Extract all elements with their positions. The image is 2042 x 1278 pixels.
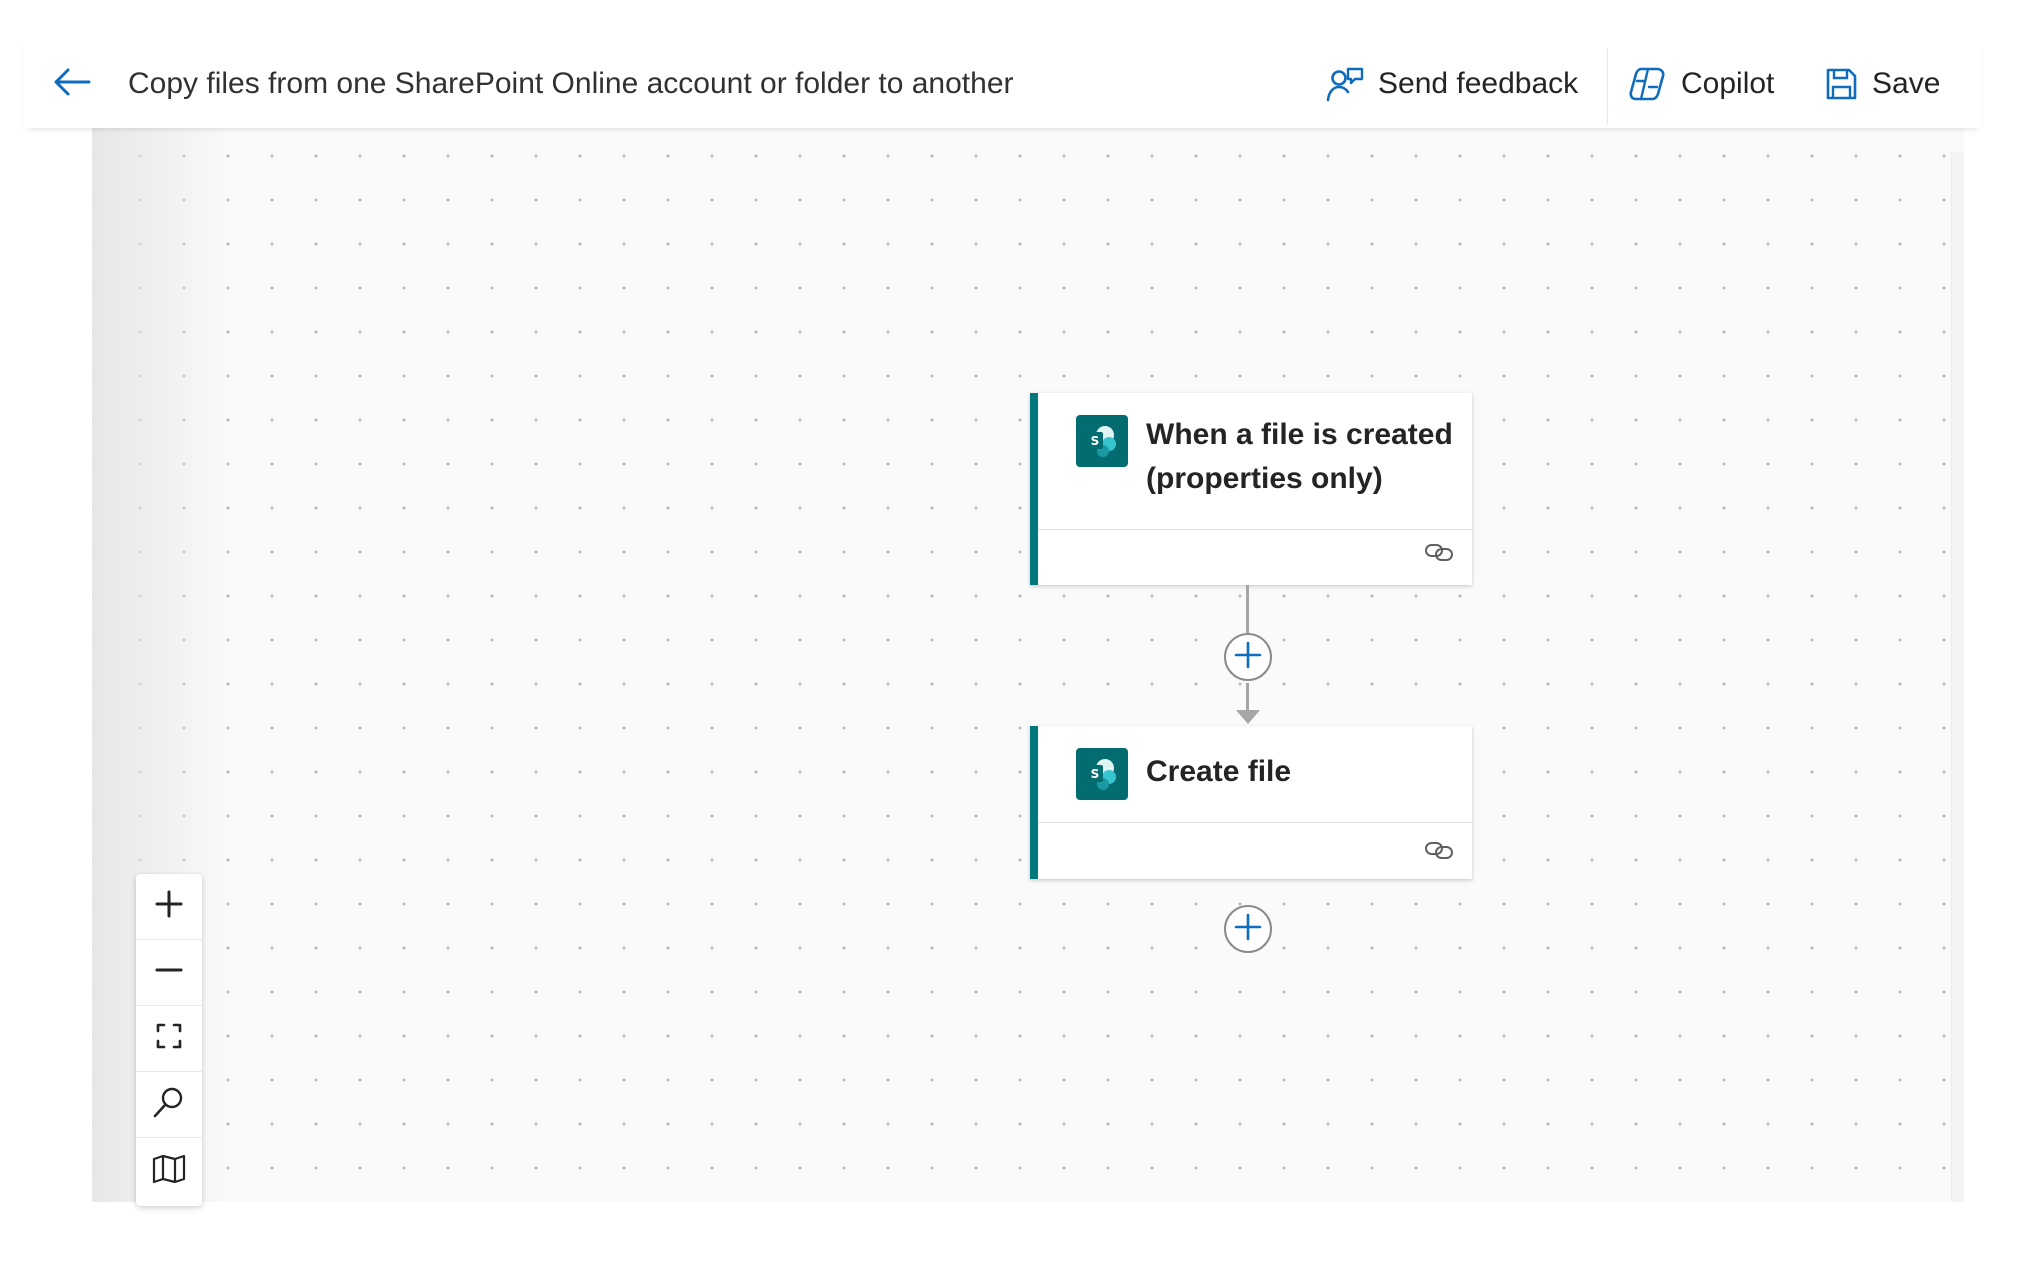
sharepoint-icon: S [1076,748,1128,800]
search-icon [152,1085,186,1124]
svg-text:S: S [1091,767,1100,781]
save-label: Save [1872,67,1941,100]
flow-step-trigger[interactable]: S When a file is created (properties onl… [1030,393,1472,585]
copilot-label: Copilot [1681,67,1775,100]
step-header: S When a file is created (properties onl… [1038,393,1472,529]
minus-icon [154,955,184,990]
step-divider [1038,529,1472,530]
header-divider [1607,48,1608,124]
save-icon [1824,67,1858,101]
send-feedback-button[interactable]: Send feedback [1326,60,1578,108]
back-button[interactable] [50,64,94,104]
canvas-controls [136,874,202,1206]
plus-circle-icon [1233,640,1263,675]
minimap-button[interactable] [136,1138,202,1204]
add-step-button[interactable] [1224,633,1272,681]
connector-line [1246,585,1249,633]
designer-canvas[interactable] [92,128,1964,1202]
svg-text:S: S [1091,434,1100,448]
link-icon[interactable] [1424,839,1454,861]
map-icon [151,1154,187,1189]
copilot-button[interactable]: Copilot [1627,60,1774,108]
step-title: When a file is created (properties only) [1146,418,1453,495]
add-step-button[interactable] [1224,905,1272,953]
save-button[interactable]: Save [1824,60,1940,108]
search-button[interactable] [136,1072,202,1138]
person-feedback-icon [1326,66,1364,102]
link-icon[interactable] [1424,541,1454,563]
fit-screen-icon [154,1021,184,1056]
sharepoint-icon: S [1076,415,1128,467]
zoom-in-button[interactable] [136,874,202,940]
step-divider [1038,822,1472,823]
send-feedback-label: Send feedback [1378,67,1579,100]
flow-designer: Copy files from one SharePoint Online ac… [0,0,2042,1278]
page-title: Copy files from one SharePoint Online ac… [128,67,1014,100]
plus-circle-icon [1233,912,1263,947]
step-title: Create file [1146,755,1292,788]
zoom-out-button[interactable] [136,940,202,1006]
connector-arrow [1236,710,1260,724]
flow-step-create-file[interactable]: S Create file [1030,726,1472,879]
canvas-scrollbar[interactable] [1951,152,1964,1202]
fit-view-button[interactable] [136,1006,202,1072]
copilot-icon [1627,66,1667,102]
designer-header: Copy files from one SharePoint Online ac… [24,40,1981,128]
step-header: S Create file [1038,726,1472,822]
plus-icon [154,889,184,924]
arrow-left-icon [53,67,91,102]
